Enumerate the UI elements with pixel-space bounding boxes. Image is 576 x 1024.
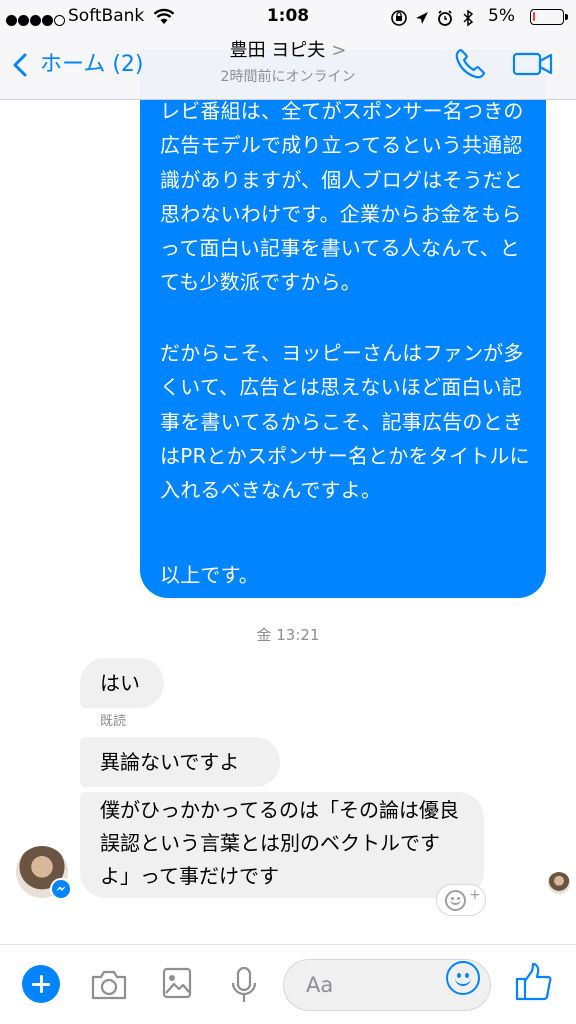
messenger-badge-icon [50, 878, 72, 900]
smiley-icon [445, 890, 466, 911]
conversation-header: SoftBank 1:08 5% ホーム (2) 豊田 ヨピ夫 > 2時間前にオン… [0, 0, 576, 100]
phone-icon [455, 48, 486, 79]
composer-bar: Aa [0, 944, 576, 1024]
status-bar: SoftBank 1:08 5% [0, 0, 576, 36]
more-actions-button[interactable] [22, 965, 60, 1003]
outgoing-message-paragraph: レビ番組は、全てがスポンサー名つきの広告モデルで成り立ってるという共通認識があり… [160, 99, 524, 295]
message-input-placeholder: Aa [306, 973, 334, 997]
camera-icon [91, 970, 127, 1000]
chevron-right-icon: > [331, 40, 347, 61]
orientation-lock-icon [391, 10, 407, 26]
alarm-icon [438, 10, 452, 26]
incoming-message-bubble[interactable]: 異論ないですよ [80, 737, 280, 787]
camera-button[interactable] [90, 969, 128, 1005]
add-reaction-button[interactable]: + [436, 884, 486, 916]
voice-clip-button[interactable] [230, 965, 258, 1009]
seen-by-avatar [548, 872, 570, 894]
photo-button[interactable] [162, 967, 192, 1003]
message-timestamp: 金 13:21 [256, 626, 320, 644]
emoji-button[interactable] [446, 961, 480, 995]
contact-name: 豊田 ヨピ夫 [229, 40, 326, 61]
message-list[interactable]: レビ番組は、全てがスポンサー名つきの広告モデルで成り立ってるという共通認識があり… [0, 0, 576, 944]
thumbs-up-icon [515, 962, 552, 1001]
contact-avatar[interactable] [16, 846, 72, 900]
incoming-message-bubble[interactable]: はい [80, 658, 164, 708]
read-receipt: 既読 [100, 714, 127, 729]
battery-percent: 5% [488, 6, 515, 26]
outgoing-message-paragraph: だからこそ、ヨッピーさんはファンが多くいて、広告とは思えないほど面白い記事を書い… [160, 341, 530, 503]
incoming-message-bubble[interactable]: 僕がひっかかってるのは「その論は優良誤認という言葉とは別のベクトルですよ」って事… [80, 792, 484, 898]
video-call-button[interactable] [512, 50, 556, 80]
like-button[interactable] [514, 961, 554, 1007]
outgoing-message-bubble[interactable]: レビ番組は、全てがスポンサー名つきの広告モデルで成り立ってるという共通認識があり… [140, 50, 546, 598]
microphone-icon [231, 966, 257, 1002]
outgoing-message-paragraph: 以上です。 [160, 563, 259, 587]
emoji-icon [455, 978, 471, 986]
bluetooth-icon [463, 9, 474, 27]
status-icons [390, 8, 486, 33]
battery-level [533, 12, 535, 21]
battery-icon [530, 9, 568, 25]
video-camera-icon [512, 52, 553, 76]
plus-sign: + [469, 887, 481, 903]
location-icon [416, 12, 428, 24]
voice-call-button[interactable] [452, 46, 492, 82]
photo-icon [162, 967, 192, 999]
